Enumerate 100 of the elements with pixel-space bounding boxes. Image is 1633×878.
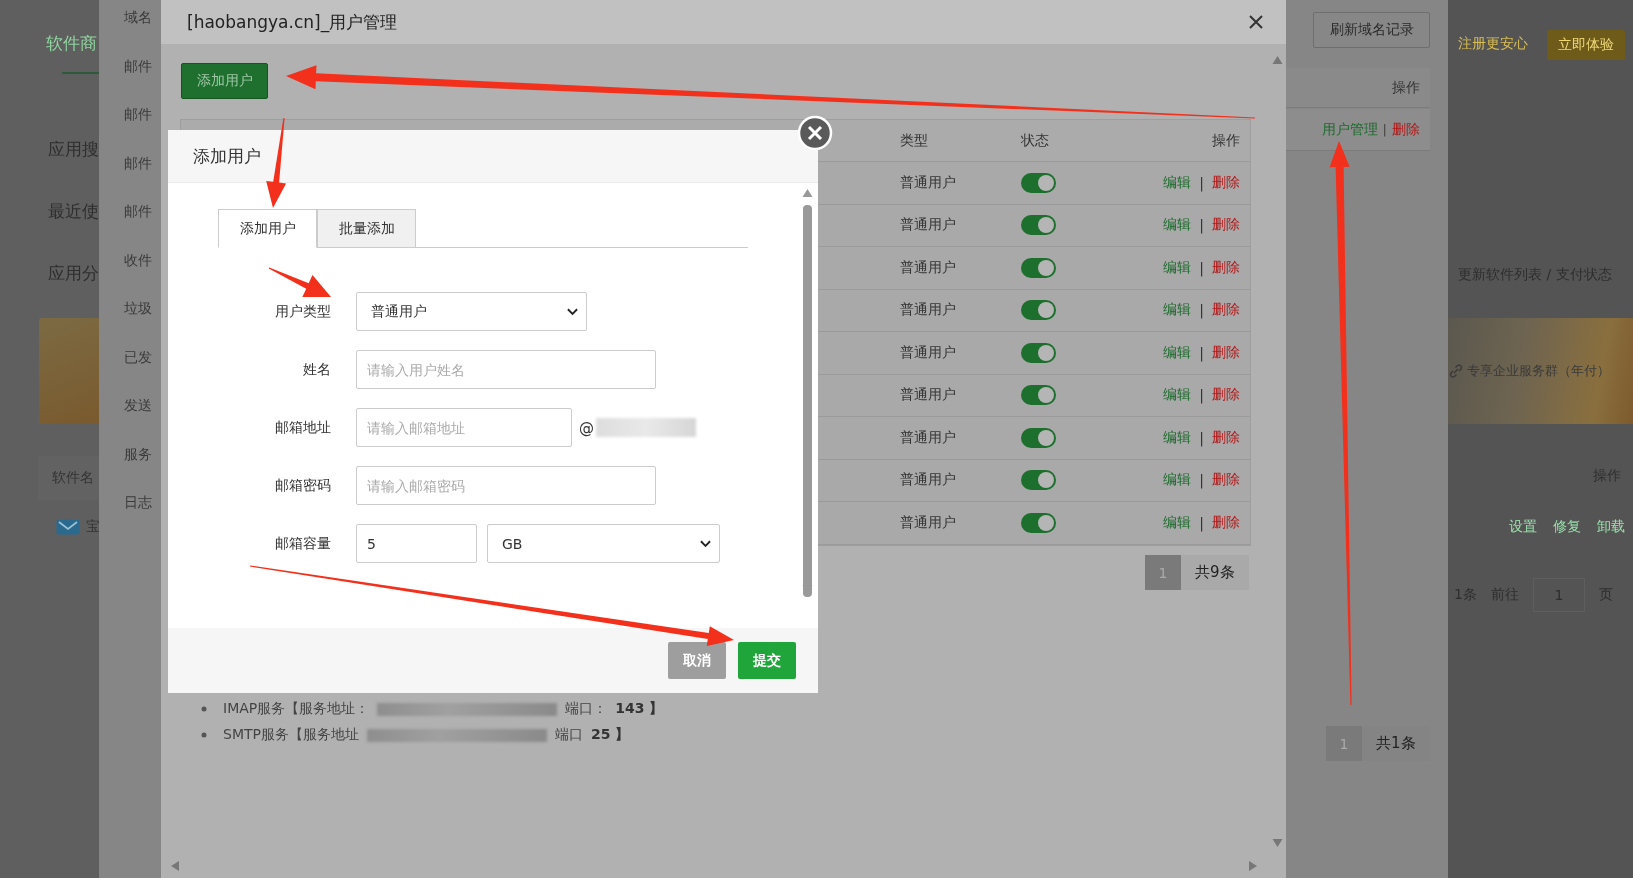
sidebar-item[interactable]: 发送 [124, 396, 152, 414]
modal-title: 添加用户 [193, 144, 261, 168]
toggle-switch[interactable] [1021, 512, 1056, 533]
field-label: 用户类型 [274, 302, 332, 321]
separator: | [1199, 514, 1204, 531]
scroll-left-icon[interactable] [171, 861, 179, 871]
input-field[interactable]: 请输入邮箱地址 [356, 408, 572, 447]
action-link[interactable]: 卸载 [1597, 518, 1625, 536]
annotation-arrow [268, 267, 331, 297]
sidebar-item[interactable]: 垃圾 [124, 299, 152, 317]
toggle-switch[interactable] [1021, 257, 1056, 278]
edit-link[interactable]: 编辑 [1163, 301, 1192, 320]
toggle-switch[interactable] [1021, 427, 1056, 448]
toggle-switch[interactable] [1021, 300, 1056, 321]
toggle-switch[interactable] [1021, 215, 1056, 236]
scrollbar-thumb[interactable] [803, 205, 812, 597]
edit-link[interactable]: 编辑 [1163, 386, 1192, 405]
scroll-down-icon[interactable] [1272, 839, 1283, 847]
input-field[interactable]: 请输入邮箱密码 [356, 466, 656, 505]
sidebar-item[interactable]: 邮件 [124, 56, 152, 75]
input-field[interactable]: 请输入用户姓名 [356, 350, 656, 389]
submit-button[interactable]: 提交 [738, 642, 796, 679]
edit-link[interactable]: 编辑 [1163, 513, 1192, 532]
delete-link[interactable]: 删除 [1392, 120, 1420, 139]
nav-tab[interactable]: 软件商 [46, 32, 97, 55]
delete-link[interactable]: 删除 [1212, 343, 1240, 362]
dialog-title: [haobangya.cn]_用户管理 [187, 10, 398, 34]
edit-link[interactable]: 编辑 [1163, 173, 1192, 192]
separator: | [1199, 472, 1204, 489]
field-label: 邮箱容量 [274, 534, 332, 553]
select-field[interactable]: 普通用户 [356, 292, 587, 331]
service-label: SMTP服务【服务地址 [223, 726, 359, 744]
tab[interactable]: 批量添加 [317, 209, 416, 248]
edit-link[interactable]: 编辑 [1163, 258, 1192, 277]
field-label: 邮箱地址 [274, 418, 332, 437]
toggle-switch[interactable] [1021, 172, 1056, 193]
sidebar-item[interactable]: 服务 [124, 444, 152, 463]
delete-link[interactable]: 删除 [1212, 386, 1240, 405]
action-link[interactable]: 设置 [1509, 518, 1537, 536]
toggle-switch[interactable] [1021, 470, 1056, 491]
delete-link[interactable]: 删除 [1212, 471, 1240, 490]
add-user-button[interactable]: 添加用户 [181, 63, 268, 99]
at-sign: @ [579, 418, 594, 437]
port-value: 25 】 [590, 726, 630, 744]
separator: | [1199, 217, 1204, 234]
edit-link[interactable]: 编辑 [1163, 471, 1192, 490]
edit-link[interactable]: 编辑 [1163, 216, 1192, 235]
column-header: 操作 [1392, 78, 1420, 97]
table-cell-text: 普通用户 [900, 301, 957, 320]
delete-link[interactable]: 删除 [1212, 258, 1240, 277]
field-label: 姓名 [302, 360, 332, 379]
delete-link[interactable]: 删除 [1212, 513, 1240, 532]
action-link[interactable]: 修复 [1553, 518, 1581, 536]
delete-link[interactable]: 删除 [1212, 301, 1240, 320]
scroll-up-icon[interactable] [1272, 56, 1283, 64]
sidebar-item[interactable]: 邮件 [124, 153, 152, 172]
toggle-switch[interactable] [1021, 342, 1056, 363]
delete-link[interactable]: 删除 [1212, 428, 1240, 447]
separator: | [1199, 344, 1204, 361]
refresh-button[interactable]: 刷新域名记录 [1313, 12, 1430, 48]
sidebar-item[interactable]: 日志 [124, 493, 152, 511]
separator: | [1382, 122, 1387, 137]
edit-link[interactable]: 编辑 [1163, 343, 1192, 362]
sidebar-item[interactable]: 域名 [124, 8, 152, 26]
separator: | [1199, 387, 1204, 404]
table-cell-text: 普通用户 [900, 216, 957, 235]
port-value: 143 】 [615, 700, 664, 718]
select-field[interactable]: GB [487, 524, 720, 563]
column-header: 状态 [1021, 131, 1050, 150]
input-field[interactable]: 5 [356, 524, 477, 563]
separator: | [1199, 429, 1204, 446]
sidebar-item[interactable]: 收件 [124, 250, 152, 269]
column-header: 操作 [1212, 131, 1241, 150]
close-icon[interactable] [1248, 14, 1264, 30]
table-cell-text: 普通用户 [900, 386, 957, 405]
try-button[interactable]: 立即体验 [1547, 30, 1625, 60]
separator: | [1199, 174, 1204, 191]
toggle-switch[interactable] [1021, 385, 1056, 406]
scroll-up-icon[interactable] [802, 189, 813, 197]
cancel-button[interactable]: 取消 [668, 642, 726, 679]
table-cell-text: 普通用户 [900, 513, 957, 532]
bullet-icon [201, 732, 207, 738]
delete-link[interactable]: 删除 [1212, 216, 1240, 235]
manage-link[interactable]: 用户管理 [1321, 120, 1378, 139]
sidebar-item[interactable]: 邮件 [124, 105, 152, 123]
port-label: 端口 [554, 726, 583, 744]
delete-link[interactable]: 删除 [1212, 173, 1240, 192]
table-cell-text: 普通用户 [900, 471, 957, 490]
table-cell-text: 普通用户 [900, 428, 957, 447]
field-label: 邮箱密码 [274, 476, 332, 495]
column-header: 类型 [900, 131, 929, 150]
separator: | [1199, 302, 1204, 319]
edit-link[interactable]: 编辑 [1163, 428, 1192, 447]
sidebar-item[interactable]: 已发 [124, 347, 152, 366]
scroll-right-icon[interactable] [1249, 861, 1257, 871]
sidebar-item[interactable]: 邮件 [124, 202, 152, 220]
service-label: IMAP服务【服务地址： [223, 700, 370, 718]
table-cell-text: 普通用户 [900, 343, 957, 362]
tab[interactable]: 添加用户 [218, 209, 317, 248]
port-label: 端口： [565, 700, 608, 718]
